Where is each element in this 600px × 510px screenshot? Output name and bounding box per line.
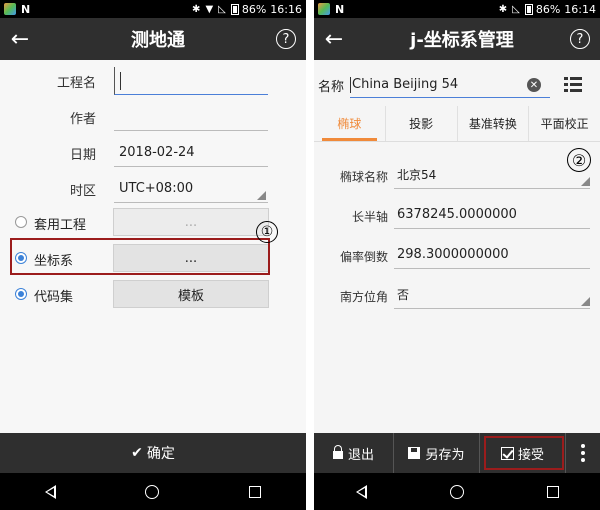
clock: 16:16 [270,2,302,16]
field-row-timezone: 时区 UTC+08:00 [0,172,306,206]
left-screen: N ✱ ▼ ◺ 86% 16:16 ← 测地通 ? 工程名 作者 日期 2018… [0,0,306,510]
status-bar: N ✱ ▼ ◺ 86% 16:16 [0,0,306,18]
help-icon[interactable]: ? [276,29,296,49]
date-input[interactable]: 2018-02-24 [114,139,268,167]
page-title: j-坐标系管理 [410,30,514,51]
field-row-date: 日期 2018-02-24 [0,136,306,170]
more-button[interactable] [566,433,600,473]
status-bar: N ✱ ◺ 86% 16:14 [314,0,600,18]
wifi-icon: ▼ [205,3,214,15]
ellipsoid-name-spinner[interactable]: 北京54 [394,161,590,189]
more-vertical-icon [581,444,585,462]
south-azimuth-spinner[interactable]: 否 [394,281,590,309]
list-menu-icon[interactable] [564,77,582,93]
name-value: China Beijing 54 [352,77,459,92]
back-arrow-icon[interactable]: ← [0,27,40,52]
lock-icon [332,445,343,459]
project-name-input[interactable] [114,67,268,95]
exit-button[interactable]: 退出 [314,433,394,473]
code-set-label: 代码集 [34,290,74,305]
confirm-label: 确定 [146,446,175,462]
battery-icon [230,3,239,15]
tab-ellipsoid[interactable]: 椭球 [314,106,386,141]
clear-icon[interactable]: ✕ [527,78,541,92]
confirm-button[interactable]: ✔ 确定 [0,433,306,473]
page-title: 测地通 [131,30,185,51]
battery-icon [524,3,533,15]
help-icon[interactable]: ? [570,29,590,49]
semi-major-axis-label: 长半轴 [351,210,388,224]
back-arrow-icon[interactable]: ← [314,27,354,52]
save-as-button[interactable]: 另存为 [394,433,480,473]
tab-datum-transform[interactable]: 基准转换 [458,106,530,141]
right-screen: N ✱ ◺ 86% 16:14 ← j-坐标系管理 ? 名称 China Bei… [314,0,600,510]
apply-project-radio[interactable] [15,216,27,228]
param-row-south-azimuth: 南方位角 否 [314,278,600,314]
apply-project-button[interactable]: ... [113,208,269,236]
inverse-flattening-label: 偏率倒数 [339,250,388,264]
bluetooth-icon: ✱ [192,3,201,15]
field-row-author: 作者 [0,100,306,134]
title-bar: ← j-坐标系管理 ? [314,18,600,60]
nfc-icon: N [335,2,345,16]
apply-project-label: 套用工程 [34,218,87,233]
project-name-label: 工程名 [56,75,96,91]
checkmark-icon: ✔ [131,445,143,461]
nfc-icon: N [21,2,31,16]
app-icon [4,3,16,15]
field-row-project-name: 工程名 [0,64,306,98]
nav-back-icon[interactable] [355,484,367,499]
south-azimuth-label: 南方位角 [339,290,388,304]
ellipsoid-name-label: 椭球名称 [339,170,388,184]
semi-major-axis-input[interactable]: 6378245.0000000 [394,201,590,229]
tab-plane-correction[interactable]: 平面校正 [529,106,600,141]
timezone-label: 时区 [69,183,96,199]
highlight-box-coordinate-system [10,238,270,275]
nav-back-icon[interactable] [44,484,56,499]
param-row-inverse-flattening: 偏率倒数 298.3000000000 [314,238,600,274]
name-row: 名称 China Beijing 54 ✕ [314,70,600,100]
text-caret [120,71,121,90]
name-label: 名称 [318,79,345,95]
nav-recent-icon[interactable] [546,485,559,498]
code-set-radio[interactable] [15,288,27,300]
option-code-set: 代码集 模板 [0,279,306,309]
signal-icon: ◺ [218,3,226,15]
param-row-ellipsoid-name: 椭球名称 北京54 [314,158,600,194]
title-bar: ← 测地通 ? [0,18,306,60]
nav-bar [0,473,306,510]
battery-percent: 86% [535,2,561,16]
tab-projection[interactable]: 投影 [386,106,458,141]
clock: 16:14 [564,2,596,16]
signal-icon: ◺ [512,3,520,15]
author-label: 作者 [69,111,96,127]
date-label: 日期 [69,147,96,163]
nav-home-icon[interactable] [145,484,160,499]
battery-percent: 86% [241,2,267,16]
tab-bar: 椭球 投影 基准转换 平面校正 [314,106,600,142]
highlight-box-accept [484,436,564,470]
nav-bar [314,473,600,510]
text-caret [350,76,351,93]
nav-home-icon[interactable] [449,484,464,499]
timezone-spinner[interactable]: UTC+08:00 [114,175,268,203]
bluetooth-icon: ✱ [498,3,508,15]
param-row-semi-major-axis: 长半轴 6378245.0000000 [314,198,600,234]
nav-recent-icon[interactable] [249,485,262,498]
annotation-marker-1: ① [256,221,278,243]
save-disk-icon [408,447,421,459]
save-as-label: 另存为 [425,447,465,463]
exit-label: 退出 [347,447,374,463]
inverse-flattening-input[interactable]: 298.3000000000 [394,241,590,269]
author-input[interactable] [114,103,268,131]
template-button[interactable]: 模板 [113,280,269,308]
name-input[interactable]: China Beijing 54 [350,72,550,98]
app-icon [318,3,330,15]
